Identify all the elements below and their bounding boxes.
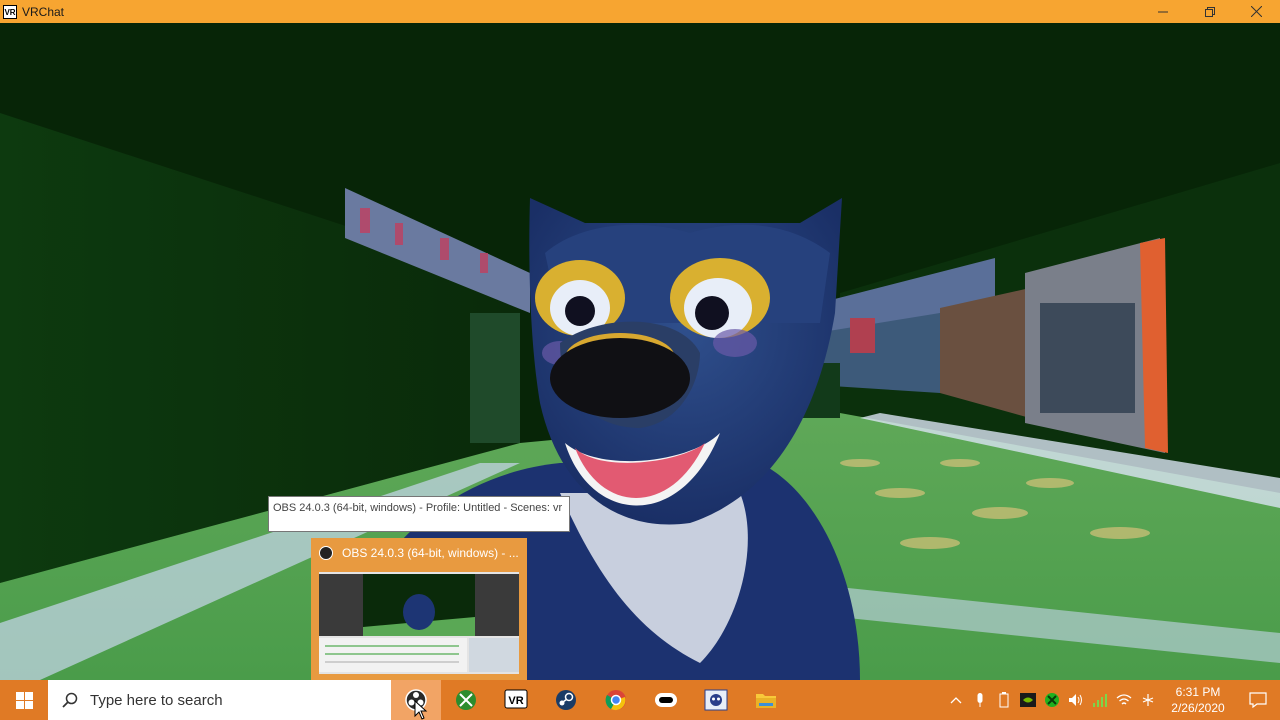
file-explorer-icon (756, 694, 776, 708)
svg-text:VR: VR (508, 695, 523, 707)
world-scene-graphic (0, 23, 1280, 680)
taskbar-oculus[interactable] (641, 680, 691, 720)
tray-signal[interactable] (1088, 680, 1112, 720)
steam-icon (556, 690, 576, 710)
signal-bars-icon (1093, 694, 1107, 707)
taskbar-app-7[interactable] (691, 680, 741, 720)
obs-icon (319, 546, 333, 560)
tray-razer[interactable] (1040, 680, 1064, 720)
window-titlebar: VR VRChat (0, 0, 1280, 23)
tray-battery[interactable] (992, 680, 1016, 720)
tray-nvidia[interactable] (1016, 680, 1040, 720)
tray-volume[interactable] (1064, 680, 1088, 720)
taskbar-chrome[interactable] (591, 680, 641, 720)
start-button[interactable] (0, 680, 48, 720)
tray-microphone[interactable] (968, 680, 992, 720)
vrchat-icon: VR (504, 689, 528, 709)
restore-icon (1204, 6, 1215, 17)
obs-window-tooltip: OBS 24.0.3 (64-bit, windows) - Profile: … (268, 496, 570, 532)
chevron-up-icon (950, 697, 962, 704)
window-controls (1139, 0, 1280, 23)
oculus-icon (655, 693, 677, 707)
notification-icon (1249, 692, 1267, 708)
thumbnail-image (319, 572, 519, 674)
tray-wifi[interactable] (1112, 680, 1136, 720)
vrchat-world-view[interactable] (0, 23, 1280, 680)
tray-overflow-button[interactable] (944, 680, 968, 720)
search-placeholder: Type here to search (90, 691, 223, 709)
microphone-icon (977, 693, 983, 707)
battery-icon (999, 692, 1009, 708)
nvidia-icon (1020, 693, 1036, 707)
close-icon (1251, 6, 1262, 17)
taskbar-vrchat[interactable]: VR (491, 680, 541, 720)
discord-style-icon (704, 689, 728, 711)
windows-taskbar: Type here to search VR 6:31 PM 2/26/2020 (0, 680, 1280, 720)
system-tray: 6:31 PM 2/26/2020 (944, 680, 1280, 720)
window-title: VRChat (22, 4, 65, 19)
thumbnail-title: OBS 24.0.3 (64-bit, windows) - ... (342, 546, 519, 560)
search-icon (62, 692, 78, 708)
restore-button[interactable] (1186, 0, 1233, 23)
razer-icon (1045, 693, 1059, 707)
speaker-icon (1069, 694, 1082, 706)
clock-time: 6:31 PM (1175, 685, 1221, 699)
taskbar-xbox[interactable] (441, 680, 491, 720)
clock-date: 2/26/2020 (1171, 701, 1225, 715)
taskbar-clock[interactable]: 6:31 PM 2/26/2020 (1160, 684, 1236, 716)
thumbnail-header: OBS 24.0.3 (64-bit, windows) - ... (311, 538, 527, 568)
close-button[interactable] (1233, 0, 1280, 23)
network-icon (1142, 694, 1154, 706)
minimize-icon (1157, 11, 1168, 12)
vrchat-app-icon: VR (3, 4, 17, 19)
wifi-icon (1116, 694, 1132, 705)
action-center-button[interactable] (1236, 680, 1280, 720)
taskbar-search-box[interactable]: Type here to search (48, 680, 391, 720)
chrome-icon (605, 690, 626, 711)
tray-network[interactable] (1136, 680, 1160, 720)
windows-logo-icon (15, 691, 33, 709)
mouse-cursor-icon (414, 700, 428, 720)
minimize-button[interactable] (1139, 0, 1186, 23)
taskbar-steam[interactable] (541, 680, 591, 720)
taskbar-file-explorer[interactable] (741, 680, 791, 720)
xbox-icon (456, 690, 476, 710)
taskbar-thumbnail-preview[interactable]: OBS 24.0.3 (64-bit, windows) - ... (311, 538, 527, 680)
obs-preview-graphic (319, 572, 519, 674)
